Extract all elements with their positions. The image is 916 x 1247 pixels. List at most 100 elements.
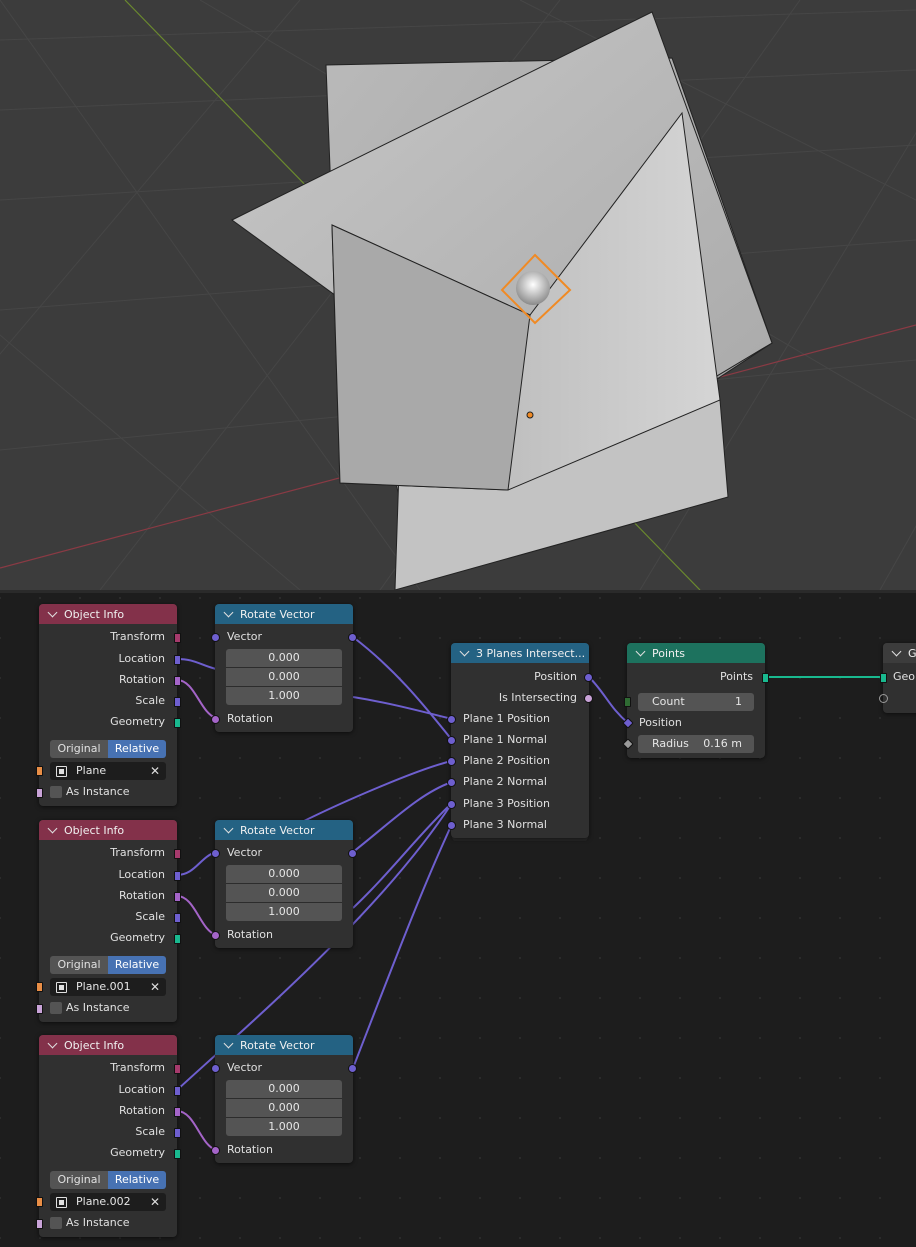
- count-socket[interactable]: [624, 697, 631, 707]
- 3d-viewport[interactable]: [0, 0, 916, 590]
- object-input-socket[interactable]: [36, 982, 43, 992]
- plane-1-position-socket[interactable]: [447, 715, 456, 724]
- node-header[interactable]: Points: [627, 643, 765, 663]
- origin-dot[interactable]: [526, 411, 534, 419]
- collapse-chevron-icon[interactable]: [459, 646, 470, 656]
- group-output-node[interactable]: G Geom: [879, 643, 916, 713]
- vector-x-field[interactable]: 0.000: [226, 865, 342, 884]
- object-input-socket[interactable]: [36, 766, 43, 776]
- transform-space-toggle[interactable]: Original Relative: [50, 1171, 166, 1189]
- collapse-chevron-icon[interactable]: [223, 823, 234, 833]
- as-instance-checkbox[interactable]: [50, 1002, 62, 1014]
- vector-y-field[interactable]: 0.000: [226, 884, 342, 903]
- object-field[interactable]: Plane.002 ✕: [50, 1193, 166, 1211]
- object-field[interactable]: Plane.001 ✕: [50, 978, 166, 996]
- vector-input-socket[interactable]: [211, 849, 220, 858]
- rotate-vector-node[interactable]: Rotate Vector Vector 0.000 0.000 1.000 R…: [211, 604, 357, 732]
- collapse-chevron-icon[interactable]: [47, 607, 58, 617]
- scale-socket[interactable]: [174, 697, 181, 707]
- position-output-socket[interactable]: [584, 673, 593, 682]
- original-option[interactable]: Original: [50, 956, 108, 974]
- node-header[interactable]: Object Info: [39, 1035, 177, 1055]
- vector-output-socket[interactable]: [348, 849, 357, 858]
- relative-option[interactable]: Relative: [108, 740, 166, 758]
- geometry-input-socket[interactable]: [880, 673, 887, 683]
- rotation-socket[interactable]: [174, 1107, 181, 1117]
- transform-space-toggle[interactable]: Original Relative: [50, 956, 166, 974]
- plane-3-position-socket[interactable]: [447, 800, 456, 809]
- as-instance-socket[interactable]: [36, 1219, 43, 1229]
- node-header[interactable]: G: [883, 643, 916, 663]
- transform-socket[interactable]: [174, 849, 181, 859]
- collapse-chevron-icon[interactable]: [223, 1038, 234, 1048]
- rotation-socket[interactable]: [174, 892, 181, 902]
- clear-object-icon[interactable]: ✕: [150, 762, 160, 780]
- vector-x-field[interactable]: 0.000: [226, 1080, 342, 1099]
- object-info-node[interactable]: Object Info Transform Location Rotation …: [36, 1035, 181, 1237]
- relative-option[interactable]: Relative: [108, 1171, 166, 1189]
- vector-output-socket[interactable]: [348, 1064, 357, 1073]
- as-instance-socket[interactable]: [36, 788, 43, 798]
- node-header[interactable]: Rotate Vector: [215, 604, 353, 624]
- node-header[interactable]: Rotate Vector: [215, 820, 353, 840]
- node-header[interactable]: Object Info: [39, 604, 177, 624]
- object-field[interactable]: Plane ✕: [50, 762, 166, 780]
- relative-option[interactable]: Relative: [108, 956, 166, 974]
- rotation-socket[interactable]: [174, 676, 181, 686]
- location-socket[interactable]: [174, 655, 181, 665]
- plane-2-position-socket[interactable]: [447, 757, 456, 766]
- transform-space-toggle[interactable]: Original Relative: [50, 740, 166, 758]
- vector-y-field[interactable]: 0.000: [226, 668, 342, 687]
- transform-socket[interactable]: [174, 633, 181, 643]
- scale-socket[interactable]: [174, 1128, 181, 1138]
- points-output-socket[interactable]: [762, 673, 769, 683]
- vector-z-field[interactable]: 1.000: [226, 687, 342, 705]
- rotation-input-socket[interactable]: [211, 715, 220, 724]
- as-instance-checkbox[interactable]: [50, 1217, 62, 1229]
- object-info-node[interactable]: Object Info Transform Location Rotation …: [36, 820, 181, 1022]
- collapse-chevron-icon[interactable]: [47, 823, 58, 833]
- scale-socket[interactable]: [174, 913, 181, 923]
- original-option[interactable]: Original: [50, 740, 108, 758]
- clear-object-icon[interactable]: ✕: [150, 1193, 160, 1211]
- vector-y-field[interactable]: 0.000: [226, 1099, 342, 1118]
- is-intersecting-socket[interactable]: [584, 694, 593, 703]
- node-editor[interactable]: Object Info Transform Location Rotation …: [0, 593, 916, 1247]
- collapse-chevron-icon[interactable]: [223, 607, 234, 617]
- as-instance-checkbox[interactable]: [50, 786, 62, 798]
- rotate-vector-node[interactable]: Rotate Vector Vector 0.000 0.000 1.000 R…: [211, 820, 357, 948]
- location-socket[interactable]: [174, 1086, 181, 1096]
- rotation-input-socket[interactable]: [211, 1146, 220, 1155]
- vector-z-field[interactable]: 1.000: [226, 903, 342, 921]
- node-header[interactable]: Rotate Vector: [215, 1035, 353, 1055]
- collapse-chevron-icon[interactable]: [47, 1038, 58, 1048]
- location-socket[interactable]: [174, 871, 181, 881]
- vector-input-socket[interactable]: [211, 633, 220, 642]
- vector-input-socket[interactable]: [211, 1064, 220, 1073]
- as-instance-socket[interactable]: [36, 1004, 43, 1014]
- vector-x-field[interactable]: 0.000: [226, 649, 342, 668]
- points-node[interactable]: Points Points Count 1 Position Radius 0.…: [622, 643, 769, 758]
- planes-intersect-node[interactable]: 3 Planes Intersect... Position Is Inters…: [447, 643, 593, 838]
- rotation-input-socket[interactable]: [211, 931, 220, 940]
- object-info-node[interactable]: Object Info Transform Location Rotation …: [36, 604, 181, 806]
- object-input-socket[interactable]: [36, 1197, 43, 1207]
- collapse-chevron-icon[interactable]: [635, 646, 646, 656]
- plane-1-normal-socket[interactable]: [447, 736, 456, 745]
- count-field[interactable]: Count 1: [638, 693, 754, 711]
- node-header[interactable]: Object Info: [39, 820, 177, 840]
- vector-z-field[interactable]: 1.000: [226, 1118, 342, 1136]
- rotate-vector-node[interactable]: Rotate Vector Vector 0.000 0.000 1.000 R…: [211, 1035, 357, 1163]
- vector-output-socket[interactable]: [348, 633, 357, 642]
- transform-socket[interactable]: [174, 1064, 181, 1074]
- geometry-socket[interactable]: [174, 718, 181, 728]
- geometry-socket[interactable]: [174, 1149, 181, 1159]
- clear-object-icon[interactable]: ✕: [150, 978, 160, 996]
- original-option[interactable]: Original: [50, 1171, 108, 1189]
- collapse-chevron-icon[interactable]: [891, 646, 902, 656]
- plane-3-normal-socket[interactable]: [447, 821, 456, 830]
- empty-socket[interactable]: [879, 694, 888, 703]
- geometry-socket[interactable]: [174, 934, 181, 944]
- plane-2-normal-socket[interactable]: [447, 778, 456, 787]
- node-header[interactable]: 3 Planes Intersect...: [451, 643, 589, 663]
